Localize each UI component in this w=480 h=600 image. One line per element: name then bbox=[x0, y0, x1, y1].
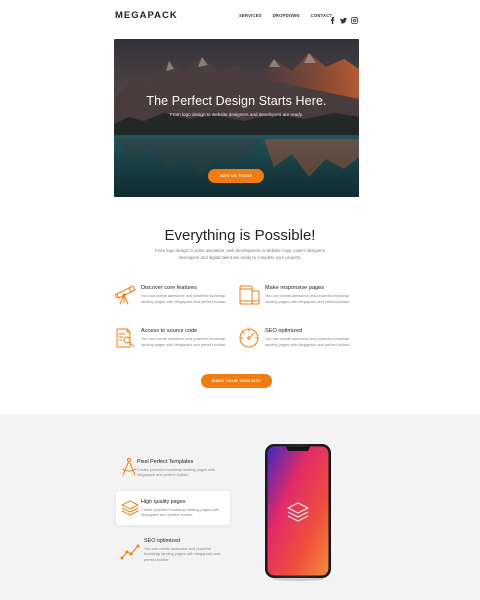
nav-item-services[interactable]: SERVICES bbox=[239, 13, 262, 18]
showcase-title: Pixel Perfect Templates bbox=[137, 459, 194, 465]
site-header: MEGAPACK SERVICES DROPDOWN CONTACT bbox=[0, 0, 480, 32]
gauge-icon bbox=[238, 327, 260, 349]
nav-item-dropdown[interactable]: DROPDOWN bbox=[273, 13, 300, 18]
showcase-description: Create powerful bootstrap landing pages … bbox=[137, 467, 216, 478]
feature-title: Make responsive pages bbox=[265, 285, 325, 291]
showcase-title: High quality pages bbox=[141, 499, 186, 505]
feature-title: SEO optimized bbox=[265, 328, 303, 334]
make-your-own-site-button[interactable]: MAKE YOUR OWN SITE bbox=[201, 374, 272, 388]
facebook-icon[interactable] bbox=[329, 11, 336, 24]
brand-logo[interactable]: MEGAPACK bbox=[115, 10, 178, 21]
telescope-icon bbox=[114, 284, 136, 306]
hero-banner: The Perfect Design Starts Here. From log… bbox=[114, 39, 359, 197]
showcase-item: Pixel Perfect Templates Create powerful … bbox=[116, 451, 230, 487]
section-title: Everything is Possible! bbox=[164, 227, 316, 244]
feature-description: You can create awesome and powerful boot… bbox=[141, 293, 227, 304]
layers-icon bbox=[120, 498, 140, 518]
compass-icon bbox=[119, 457, 139, 477]
showcase-description: Create powerful bootstrap landing pages … bbox=[141, 507, 220, 518]
feature-description: You can create awesome and powerful boot… bbox=[265, 293, 351, 304]
showcase-section: Pixel Perfect Templates Create powerful … bbox=[0, 415, 480, 600]
feature-item: Make responsive pages You can create awe… bbox=[238, 284, 363, 316]
feature-item: SEO optimized You can create awesome and… bbox=[238, 327, 363, 359]
feature-description: You can create awesome and powerful boot… bbox=[141, 336, 227, 347]
twitter-icon[interactable] bbox=[340, 11, 347, 24]
showcase-item-active[interactable]: High quality pages Create powerful boots… bbox=[116, 491, 230, 525]
feature-title: Discover core features bbox=[141, 285, 197, 291]
join-us-button[interactable]: JOIN US TODAY bbox=[208, 169, 264, 183]
showcase-description: You can create awesome and powerful boot… bbox=[144, 546, 221, 562]
showcase-item: SEO optimized You can create awesome and… bbox=[116, 537, 230, 579]
feature-item: Discover core features You can create aw… bbox=[114, 284, 239, 316]
document-search-icon bbox=[114, 327, 136, 349]
hero-subtitle: From logo design to website designers an… bbox=[170, 112, 303, 117]
social-links bbox=[329, 11, 358, 24]
hero-title: The Perfect Design Starts Here. bbox=[146, 94, 327, 108]
feature-item: Access to source code You can create awe… bbox=[114, 327, 239, 359]
feature-title: Access to source code bbox=[141, 328, 198, 334]
chart-line-icon bbox=[120, 541, 140, 561]
section-description: From logo design to video animation, web… bbox=[155, 248, 325, 260]
phone-mockup-image bbox=[264, 443, 332, 581]
main-nav: SERVICES DROPDOWN CONTACT bbox=[239, 13, 332, 18]
feature-description: You can create awesome and powerful boot… bbox=[265, 336, 351, 347]
showcase-title: SEO optimized bbox=[144, 538, 180, 544]
devices-icon bbox=[238, 284, 260, 306]
instagram-icon[interactable] bbox=[351, 11, 358, 24]
landing-page: MEGAPACK SERVICES DROPDOWN CONTACT The P… bbox=[0, 0, 480, 600]
